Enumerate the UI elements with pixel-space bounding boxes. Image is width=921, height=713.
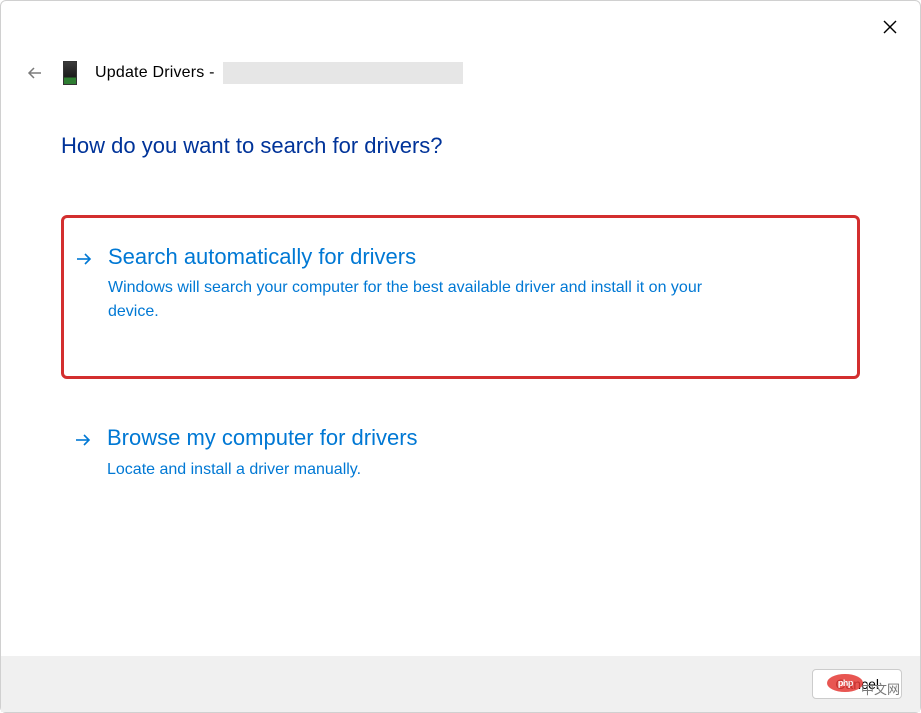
back-arrow-icon bbox=[25, 63, 45, 83]
header-row: Update Drivers - bbox=[25, 61, 463, 85]
option-title: Browse my computer for drivers bbox=[107, 425, 844, 451]
option-text-group: Search automatically for drivers Windows… bbox=[108, 244, 843, 324]
option-browse-computer[interactable]: Browse my computer for drivers Locate an… bbox=[61, 413, 860, 499]
close-button[interactable] bbox=[878, 15, 902, 39]
close-icon bbox=[882, 19, 898, 35]
window-title: Update Drivers - bbox=[95, 62, 463, 84]
option-search-automatically[interactable]: Search automatically for drivers Windows… bbox=[61, 215, 860, 379]
option-title: Search automatically for drivers bbox=[108, 244, 843, 270]
question-heading: How do you want to search for drivers? bbox=[61, 133, 860, 159]
back-button[interactable] bbox=[25, 63, 45, 83]
content-area: How do you want to search for drivers? S… bbox=[61, 133, 860, 528]
option-description: Locate and install a driver manually. bbox=[107, 458, 727, 482]
right-arrow-icon bbox=[74, 249, 94, 274]
option-description: Windows will search your computer for th… bbox=[108, 276, 728, 324]
device-icon bbox=[63, 61, 77, 85]
option-text-group: Browse my computer for drivers Locate an… bbox=[107, 425, 844, 481]
cancel-button[interactable]: php Cancel bbox=[812, 669, 902, 699]
right-arrow-icon bbox=[73, 430, 93, 455]
title-prefix: Update Drivers - bbox=[95, 64, 215, 81]
redacted-device-name bbox=[223, 62, 463, 84]
footer-bar: php Cancel 中文网 bbox=[1, 656, 920, 712]
